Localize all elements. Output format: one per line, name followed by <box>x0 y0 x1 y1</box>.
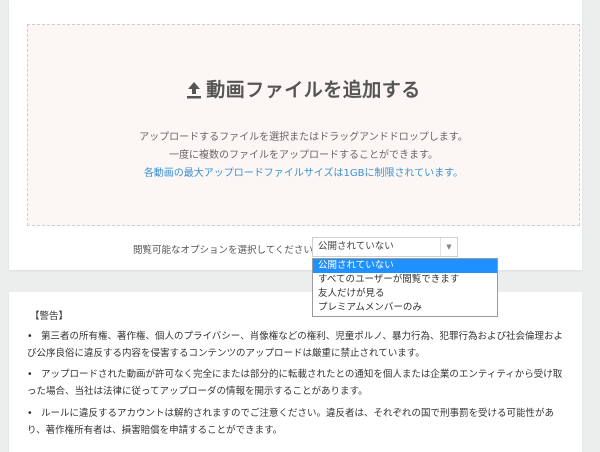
bullet-icon: • <box>27 408 33 419</box>
visibility-option[interactable]: 公開されていない <box>313 259 497 273</box>
visibility-option[interactable]: プレミアムメンバーのみ <box>313 301 497 315</box>
visibility-selected-value: 公開されていない <box>318 241 394 252</box>
upload-card: 動画ファイルを追加する アップロードするファイルを選択またはドラッグアンドドロッ… <box>9 0 582 270</box>
visibility-label: 閲覧可能なオプションを選択してください： <box>133 245 323 256</box>
chevron-down-icon[interactable]: ▼ <box>440 238 457 256</box>
upload-multi-hint: 一度に複数のファイルをアップロードすることができます。 <box>169 150 438 161</box>
warning-item: • アップロードされた動画が許可なく完全にまたは部分的に転載されたとの通知を個人ま… <box>27 366 567 400</box>
warning-item-text: 第三者の所有権、著作権、個人のプライバシー、肖像権などの権利、児童ポルノ、暴力行… <box>27 331 564 359</box>
upload-arrow-icon <box>186 81 202 104</box>
upload-title[interactable]: 動画ファイルを追加する <box>28 75 579 104</box>
visibility-dropdown-list: 公開されていない すべてのユーザーが閲覧できます 友人だけが見る プレミアムメン… <box>312 258 498 317</box>
bullet-icon: • <box>27 331 33 342</box>
warning-heading: 【警告】 <box>30 311 69 322</box>
upload-title-text: 動画ファイルを追加する <box>206 79 421 101</box>
upload-size-limit: 各動画の最大アップロードファイルサイズは1GBに制限されています。 <box>143 168 464 179</box>
visibility-option[interactable]: すべてのユーザーが閲覧できます <box>313 273 497 287</box>
warning-item: • ルールに違反するアカウントは解約されますのでご注意ください。違反者は、それぞれ… <box>27 405 567 439</box>
visibility-select[interactable]: 公開されていない ▼ <box>312 237 458 257</box>
warning-item-text: ルールに違反するアカウントは解約されますのでご注意ください。違反者は、それぞれの… <box>27 408 555 436</box>
upload-instruction: アップロードするファイルを選択またはドラッグアンドドロップします。 <box>139 132 468 143</box>
bullet-icon: • <box>27 369 33 380</box>
visibility-option[interactable]: 友人だけが見る <box>313 287 497 301</box>
warning-item-text: アップロードされた動画が許可なく完全にまたは部分的に転載されたとの通知を個人また… <box>27 369 563 397</box>
warning-item: • 第三者の所有権、著作権、個人のプライバシー、肖像権などの権利、児童ポルノ、暴力… <box>27 328 567 362</box>
file-dropzone[interactable]: 動画ファイルを追加する アップロードするファイルを選択またはドラッグアンドドロッ… <box>27 24 580 226</box>
